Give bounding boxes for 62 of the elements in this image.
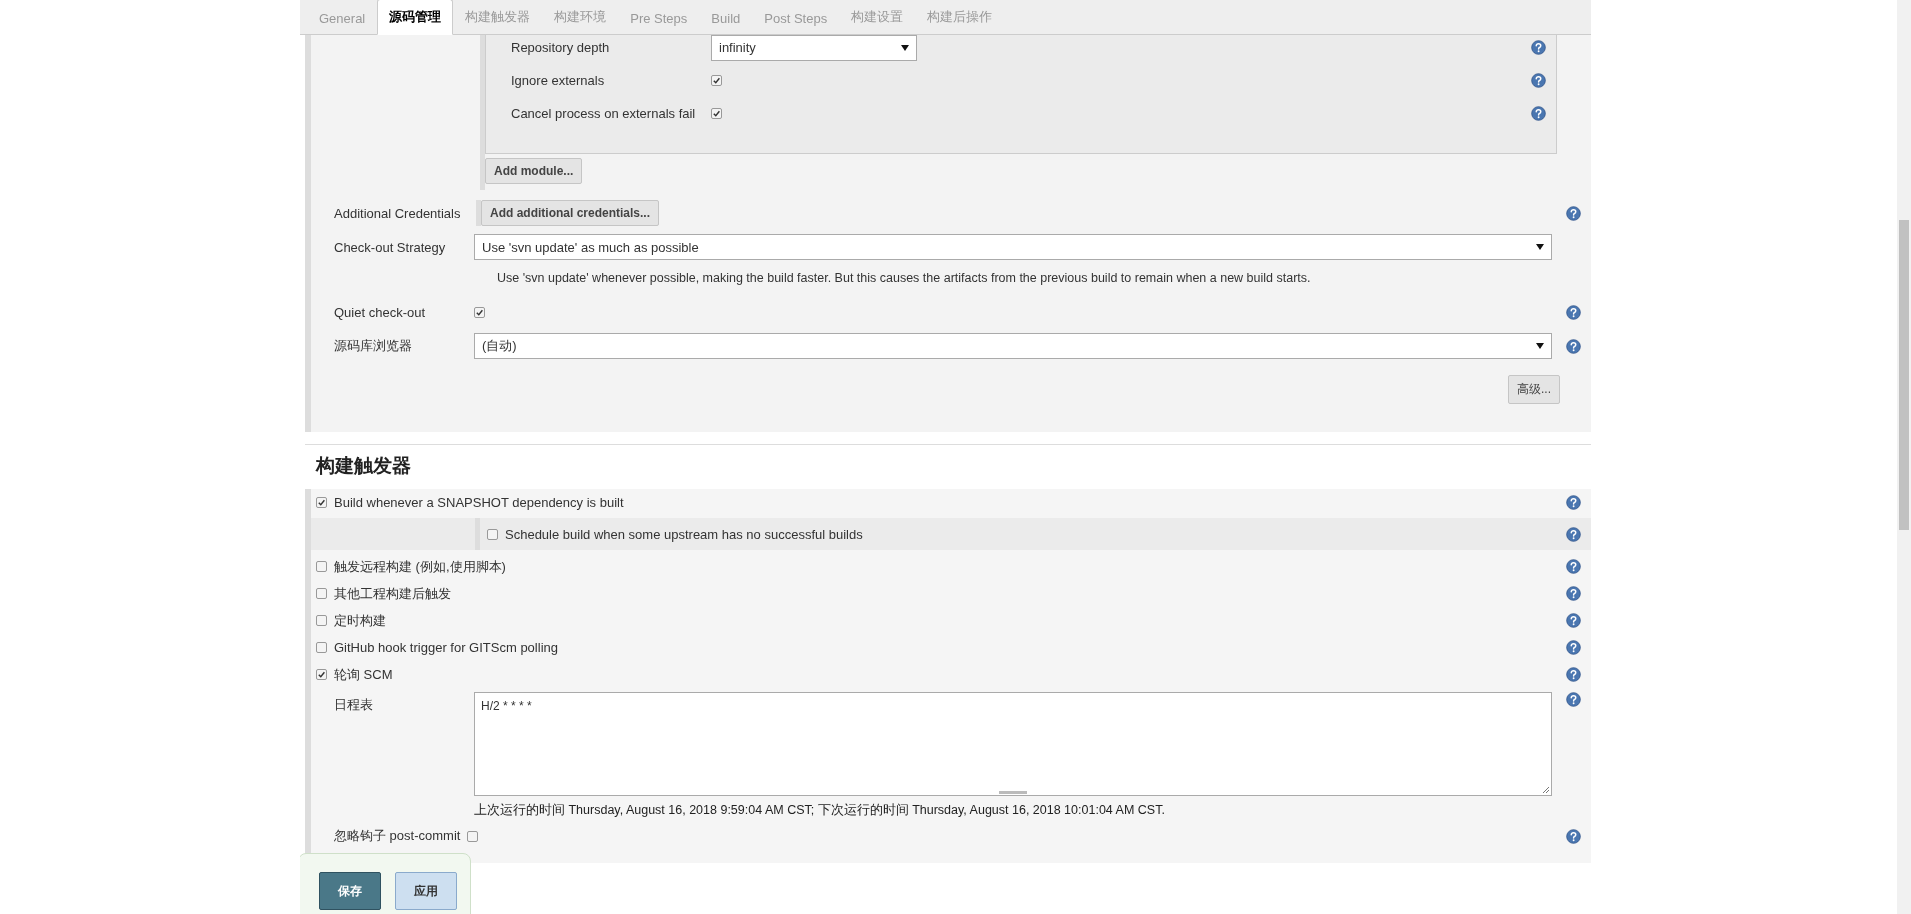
advanced-button[interactable]: 高级... xyxy=(1508,375,1560,404)
help-icon[interactable] xyxy=(1566,338,1581,354)
field-label: Quiet check-out xyxy=(334,304,427,320)
schedule-textarea[interactable]: H/2 * * * * xyxy=(474,692,1552,796)
apply-button[interactable]: 应用 xyxy=(395,872,457,910)
help-icon[interactable] xyxy=(1566,692,1581,707)
save-button[interactable]: 保存 xyxy=(319,872,381,910)
help-icon[interactable] xyxy=(1566,205,1581,221)
strategy-select[interactable]: Use 'svn update' as much as possible xyxy=(474,234,1552,260)
run-times-text: 上次运行的时间 Thursday, August 16, 2018 9:59:04 AM CST; 下次运行的时间 Thursday, August 16, 2018 10:01:04 AM CST. xyxy=(474,802,1166,819)
help-icon[interactable] xyxy=(1566,667,1581,682)
checkbox[interactable] xyxy=(474,306,485,318)
dropdown-arrow-icon xyxy=(901,44,909,51)
add-module-button[interactable]: Add module... xyxy=(485,158,583,184)
checkbox[interactable] xyxy=(316,642,327,653)
add-credentials-button[interactable]: Add additional credentials... xyxy=(481,200,660,226)
field-label: Additional Credentials xyxy=(334,205,462,221)
help-icon[interactable] xyxy=(1566,586,1581,601)
section-heading: 构建触发器 xyxy=(314,454,412,478)
help-icon[interactable] xyxy=(1531,40,1546,55)
field-label: Ignore externals xyxy=(511,73,606,88)
help-icon[interactable] xyxy=(1566,640,1581,655)
dropdown-arrow-icon xyxy=(1536,244,1544,250)
checkbox-label: 定时构建 xyxy=(334,611,386,630)
checkbox[interactable] xyxy=(711,108,722,119)
resize-corner-icon[interactable] xyxy=(1542,786,1550,794)
help-icon[interactable] xyxy=(1566,613,1581,628)
checkbox[interactable] xyxy=(316,561,327,572)
help-icon[interactable] xyxy=(1566,828,1581,844)
checkbox-label: Schedule build when some upstream has no successful builds xyxy=(505,526,863,542)
checkbox[interactable] xyxy=(467,830,479,842)
help-icon[interactable] xyxy=(1566,559,1581,574)
checkbox[interactable] xyxy=(316,669,327,680)
checkbox[interactable] xyxy=(316,588,327,599)
strategy-description: Use 'svn update' whenever possible, making the build faster. But this causes the artifacts from the previous build to remain when a new build starts. xyxy=(496,270,1312,287)
field-label: 源码库浏览器 xyxy=(334,337,413,355)
help-icon[interactable] xyxy=(1566,304,1581,320)
dropdown-arrow-icon xyxy=(1536,343,1544,349)
browser-select[interactable]: (自动) xyxy=(474,333,1552,359)
field-label: Repository depth xyxy=(511,40,611,55)
depth-select[interactable]: infinity xyxy=(711,34,917,61)
checkbox-label: 轮询 SCM xyxy=(334,665,393,684)
checkbox-label: 触发远程构建 (例如,使用脚本) xyxy=(334,557,506,576)
help-icon[interactable] xyxy=(1566,495,1581,510)
checkbox-label: 忽略钩子 post-commit xyxy=(334,827,461,845)
help-icon[interactable] xyxy=(1531,73,1546,88)
resize-handle[interactable] xyxy=(999,791,1027,794)
checkbox[interactable] xyxy=(316,497,327,508)
checkbox-label: GitHub hook trigger for GITScm polling xyxy=(334,640,558,655)
field-label: Check-out Strategy xyxy=(334,239,447,255)
field-label: Cancel process on externals fail xyxy=(511,106,697,121)
help-icon[interactable] xyxy=(1566,526,1581,542)
checkbox[interactable] xyxy=(316,615,327,626)
tab[interactable]: 源码管理 xyxy=(377,0,454,35)
scrollbar[interactable] xyxy=(1897,0,1911,914)
checkbox[interactable] xyxy=(487,528,498,540)
scrollbar-thumb[interactable] xyxy=(1899,220,1909,530)
checkbox-label: 其他工程构建后触发 xyxy=(334,584,451,603)
help-icon[interactable] xyxy=(1531,106,1546,121)
checkbox-label: Build whenever a SNAPSHOT dependency is built xyxy=(334,495,624,510)
checkbox[interactable] xyxy=(711,75,722,86)
field-label: 日程表 xyxy=(334,696,374,714)
